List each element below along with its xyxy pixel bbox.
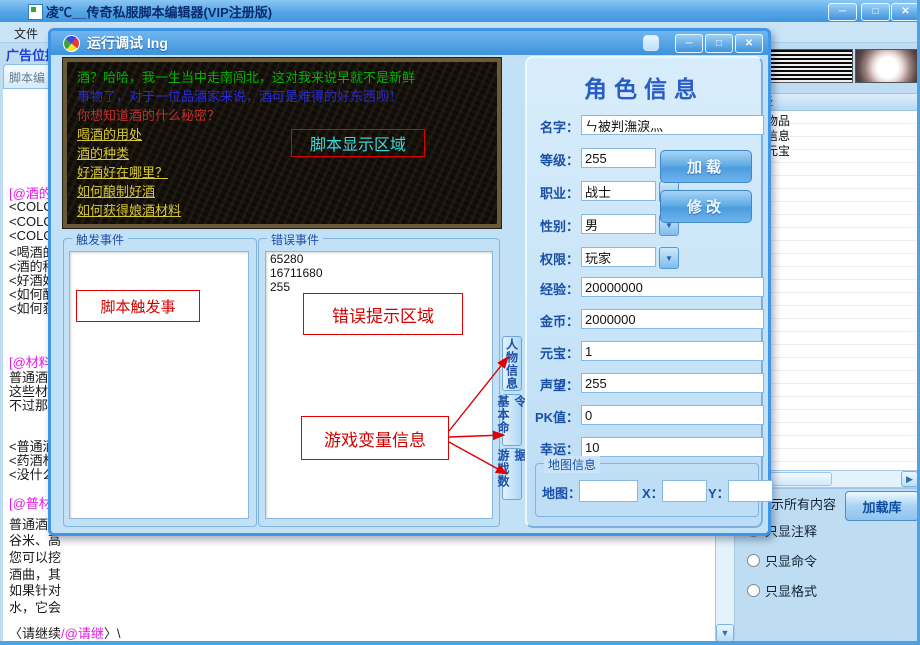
- dialog-close-button[interactable]: ✕: [735, 34, 763, 53]
- fame-label: 声望：: [529, 375, 579, 394]
- note-variables-area: 游戏变量信息: [301, 416, 449, 460]
- app-window: 凌℃__传奇私服脚本编辑器(VIP注册版) ─ □ ✕ 文件 广告位招 脚本编 …: [0, 0, 920, 645]
- radio-label: 只显格式: [765, 581, 817, 600]
- script-line: 水，它会: [9, 597, 61, 616]
- dialog-maximize-button[interactable]: □: [705, 34, 733, 53]
- window-edge-bottom: [0, 641, 920, 645]
- level-label: 等级：: [529, 150, 579, 169]
- job-label: 职业：: [529, 183, 579, 202]
- thumbnail-stripes: [763, 49, 853, 83]
- fame-field[interactable]: [581, 373, 764, 393]
- main-window-title: 凌℃__传奇私服脚本编辑器(VIP注册版): [46, 2, 272, 21]
- script-display-area: 酒？哈哈，我一生当中走南闯北，这对我来说早就不是新鲜事物了，对于一位品酒家来说，…: [63, 58, 501, 228]
- priv-field[interactable]: [581, 247, 656, 267]
- luck-field[interactable]: [581, 437, 764, 457]
- error-value: 16711680: [270, 267, 492, 280]
- color-ball-icon: [63, 35, 80, 52]
- character-info-panel: 角色信息 名字：等级：职业：▼性别：▼权限：▼经验：金币：元宝：声望：PK值：幸…: [525, 56, 763, 528]
- name-field[interactable]: [581, 115, 764, 135]
- map-x-label: X：: [642, 483, 664, 502]
- map-y-label: Y：: [708, 483, 730, 502]
- maximize-button[interactable]: □: [861, 3, 890, 21]
- mir-link[interactable]: 如何获得娘酒材料: [77, 201, 487, 220]
- load-button[interactable]: 加载: [660, 150, 752, 183]
- exp-label: 经验：: [529, 279, 579, 298]
- gender-label: 性别：: [529, 216, 579, 235]
- pk-label: PK值：: [529, 407, 579, 426]
- modify-button[interactable]: 修改: [660, 190, 752, 223]
- yuanbao-label: 元宝：: [529, 343, 579, 362]
- script-line-segment: 〈请继续: [9, 626, 61, 641]
- script-line-segment: 〉\: [104, 626, 121, 641]
- scrollbar-thumb[interactable]: [766, 472, 832, 486]
- mir-link[interactable]: 如何酿制好酒: [77, 182, 487, 201]
- map-group-label: 地图信息: [544, 456, 600, 473]
- radio-label: 只显命令: [765, 551, 817, 570]
- radio-icon[interactable]: [747, 554, 760, 567]
- note-display-area: 脚本显示区域: [291, 129, 425, 157]
- mir-link[interactable]: 酒的种类: [77, 144, 487, 163]
- map-info-group: 地图信息 地图： X： Y：: [535, 463, 759, 517]
- gender-field[interactable]: [581, 214, 656, 234]
- radio-label: 只显注释: [765, 521, 817, 540]
- pk-field[interactable]: [581, 405, 764, 425]
- load-library-button[interactable]: 加载库: [845, 491, 919, 521]
- dialog-titlebar: 运行调试 Ing: [51, 31, 768, 55]
- error-value: 65280: [270, 253, 492, 266]
- radio-option[interactable]: 只显格式: [747, 581, 817, 600]
- map-field[interactable]: [579, 480, 638, 502]
- error-events-list[interactable]: 6528016711680255: [265, 251, 493, 519]
- yuanbao-field[interactable]: [581, 341, 764, 361]
- mir-text-line: 事物了，对于一位品酒家来说，酒可是难得的好东西呗！: [77, 87, 487, 106]
- dialog-title: 运行调试 Ing: [87, 33, 168, 53]
- main-titlebar: 凌℃__传奇私服脚本编辑器(VIP注册版): [0, 0, 920, 23]
- bag-icon: [643, 35, 659, 51]
- trigger-group-label: 触发事件: [72, 231, 128, 248]
- gold-field[interactable]: [581, 309, 764, 329]
- gold-label: 金币：: [529, 311, 579, 330]
- error-group-label: 错误事件: [267, 231, 323, 248]
- mir-text-line: 你想知道酒的什么秘密？: [77, 106, 487, 125]
- mir-link[interactable]: 喝酒的用处: [77, 125, 487, 144]
- script-line: 〈请继续/@请继〉\: [9, 623, 120, 642]
- tab-basic-commands[interactable]: 基本命令: [502, 394, 522, 446]
- job-field[interactable]: [581, 181, 656, 201]
- map-y-field[interactable]: [728, 480, 773, 502]
- list-header: 径: [755, 93, 920, 111]
- map-x-field[interactable]: [662, 480, 707, 502]
- character-panel-title: 角色信息: [527, 70, 761, 104]
- mir-link[interactable]: 好酒好在哪里？: [77, 163, 487, 182]
- menu-file[interactable]: 文件: [14, 25, 38, 42]
- level-field[interactable]: [581, 148, 656, 168]
- exp-field[interactable]: [581, 277, 764, 297]
- dialog-minimize-button[interactable]: ─: [675, 34, 703, 53]
- name-label: 名字：: [529, 117, 579, 136]
- minimize-button[interactable]: ─: [828, 3, 857, 21]
- priv-label: 权限：: [529, 249, 579, 268]
- tab-character-info[interactable]: 人物信息: [502, 336, 522, 391]
- app-icon: [28, 4, 43, 20]
- mir-text-line: 酒？哈哈，我一生当中走南闯北，这对我来说早就不是新鲜: [77, 68, 487, 87]
- scroll-down-icon[interactable]: ▼: [716, 624, 734, 642]
- thumbnail-orb: [855, 49, 918, 83]
- list-horizontal-scrollbar[interactable]: ▶: [755, 470, 919, 488]
- script-line-segment: /@请继: [61, 626, 104, 641]
- scroll-right-icon[interactable]: ▶: [901, 471, 918, 487]
- radio-icon[interactable]: [747, 584, 760, 597]
- tab-game-data[interactable]: 游戏数据: [502, 448, 522, 500]
- map-label: 地图：: [542, 483, 581, 502]
- priv-dropdown-icon[interactable]: ▼: [659, 247, 679, 269]
- radio-option[interactable]: 只显命令: [747, 551, 817, 570]
- debug-dialog: 运行调试 Ing ─ □ ✕ 酒？哈哈，我一生当中走南闯北，这对我来说早就不是新…: [48, 28, 771, 536]
- tab-script-editor[interactable]: 脚本编: [3, 64, 51, 89]
- close-button[interactable]: ✕: [891, 3, 920, 21]
- note-error-area: 错误提示区域: [303, 293, 463, 335]
- command-list[interactable]: 物品信息元宝: [755, 110, 919, 471]
- note-trigger-area: 脚本触发事: [76, 290, 200, 322]
